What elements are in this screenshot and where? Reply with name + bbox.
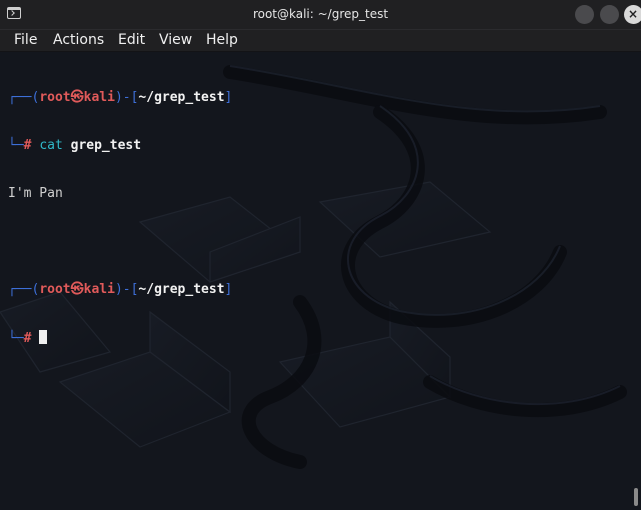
prompt-frame: )-[ — [114, 282, 139, 297]
close-button[interactable]: × — [624, 5, 641, 24]
prompt-frame: ┌──( — [8, 282, 40, 297]
prompt-hash: # — [23, 331, 32, 346]
prompt-frame: ] — [224, 282, 233, 297]
menu-file[interactable]: File — [14, 30, 37, 52]
text-cursor — [39, 330, 48, 344]
prompt-frame: ] — [224, 90, 233, 105]
window-title: root@kali: ~/grep_test — [252, 7, 389, 21]
prompt-path: ~/grep_test — [138, 90, 225, 105]
menu-help[interactable]: Help — [206, 30, 238, 52]
scrollbar[interactable] — [631, 52, 641, 510]
title-bar[interactable]: root@kali: ~/grep_test × — [0, 0, 641, 30]
minimize-button[interactable] — [575, 5, 594, 24]
menu-bar: File Actions Edit View Help — [0, 30, 641, 52]
prompt-frame: )-[ — [114, 90, 139, 105]
command-output: I'm Pan — [8, 186, 63, 201]
close-icon: × — [628, 7, 639, 21]
command-line-2: └─# — [8, 330, 232, 346]
prompt-user-host: root㉿kali — [39, 90, 115, 105]
prompt-frame: ┌──( — [8, 90, 40, 105]
scrollbar-thumb[interactable] — [634, 488, 638, 506]
menu-edit[interactable]: Edit — [118, 30, 145, 52]
terminal-output: ┌──(root㉿kali)-[~/grep_test] └─# cat gre… — [8, 58, 232, 378]
prompt-line-2: ┌──(root㉿kali)-[~/grep_test] — [8, 282, 232, 298]
menu-view[interactable]: View — [159, 30, 192, 52]
maximize-button[interactable] — [600, 5, 619, 24]
command-line-1: └─# cat grep_test — [8, 138, 232, 154]
prompt-line-1: ┌──(root㉿kali)-[~/grep_test] — [8, 90, 232, 106]
prompt-path: ~/grep_test — [138, 282, 225, 297]
prompt-frame: └─ — [8, 138, 24, 153]
menu-actions[interactable]: Actions — [53, 30, 104, 52]
terminal-window: root@kali: ~/grep_test × File Actions Ed… — [0, 0, 641, 510]
command-argument: grep_test — [70, 138, 142, 153]
command-name: cat — [39, 138, 63, 153]
prompt-frame: └─ — [8, 331, 24, 346]
terminal-area[interactable]: ┌──(root㉿kali)-[~/grep_test] └─# cat gre… — [0, 52, 641, 510]
prompt-user-host: root㉿kali — [39, 282, 115, 297]
prompt-hash: # — [23, 138, 32, 153]
